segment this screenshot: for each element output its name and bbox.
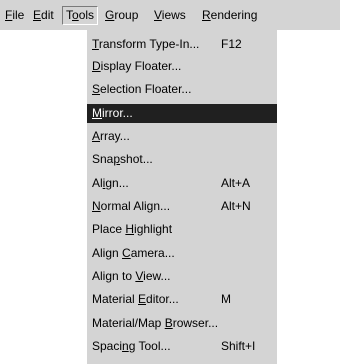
label-post: isplay Floater... [100,59,182,73]
label-post: ransform Type-In... [98,37,200,51]
label-accelerator: A [92,129,101,143]
menu-item-label: Place Highlight [92,220,172,239]
label-post: irror... [102,106,133,120]
menu-item-shortcut: F12 [221,37,242,51]
label-post: ditor... [146,292,179,306]
label-accelerator: S [92,82,101,96]
label-post: election Floater... [100,82,192,96]
menu-item-label: Transform Type-In... [92,35,199,54]
menu-item-shortcut: Alt+N [221,199,251,213]
menu-item-label: Selection Floater... [92,80,191,99]
menu-item-selection-floater[interactable]: Selection Floater... [87,80,277,99]
menu-bar: File Edit Tools Group Views Rendering [0,0,340,30]
menu-item-transform-type-in[interactable]: Transform Type-In... F12 [87,35,277,54]
label-accelerator: H [125,222,135,236]
label-post: amera... [130,246,175,260]
menu-item-label: Mirror... [92,104,133,123]
menu-item-label: Spacing Tool... [92,337,171,356]
menu-item-place-highlight[interactable]: Place Highlight [87,220,277,239]
menu-item-label: Align... [92,174,129,193]
menu-item-align-camera[interactable]: Align Camera... [87,244,277,263]
menu-group-label-post: roup [114,8,139,22]
menu-tools-label-post: ols [78,8,95,22]
label-pre: Sna [92,152,114,166]
label-accelerator: C [122,246,131,260]
menu-item-label: Snapshot... [92,150,153,169]
label-pre: Material [92,292,139,306]
menu-group-accelerator: G [105,8,115,22]
menu-item-label: Align Camera... [92,244,175,263]
menu-file[interactable]: File [3,8,26,23]
label-post: ormal Align... [100,199,171,213]
menu-tools[interactable]: Tools [62,6,99,25]
menu-file-label-post: ile [12,8,25,22]
label-post: rray... [100,129,130,143]
menu-views-accelerator: V [154,8,162,22]
menu-edit[interactable]: Edit [31,8,56,23]
tools-dropdown-menu: Transform Type-In... F12 Display Floater… [86,30,277,364]
menu-item-array[interactable]: Array... [87,127,277,146]
menu-views[interactable]: Views [152,8,188,23]
menu-item-label: Normal Align... [92,197,170,216]
menu-item-normal-align[interactable]: Normal Align... Alt+N [87,197,277,216]
menu-edit-accelerator: E [33,8,42,22]
menu-item-mirror[interactable]: Mirror... [87,104,277,123]
menu-item-label: Align to View... [92,267,171,286]
label-post: g Tool... [128,339,171,353]
menu-item-shortcut: Alt+A [221,176,251,190]
label-post: shot... [120,152,153,166]
menu-item-label: Array... [92,127,130,146]
menu-item-display-floater[interactable]: Display Floater... [87,57,277,76]
label-accelerator: V [135,269,144,283]
menu-item-shortcut: Shift+I [221,339,256,353]
label-pre: Al [92,176,103,190]
label-accelerator: n [122,339,129,353]
label-pre: Align to [92,269,136,283]
menu-tools-accelerator: o [72,8,79,22]
menu-item-snapshot[interactable]: Snapshot... [87,150,277,169]
label-post: ighlight [134,222,173,236]
menu-item-material-editor[interactable]: Material Editor... M [87,290,277,309]
label-accelerator: T [92,37,99,51]
menu-item-label: Material Editor... [92,290,179,309]
label-post: iew... [143,269,171,283]
menu-item-align[interactable]: Align... Alt+A [87,174,277,193]
label-accelerator: B [164,316,173,330]
label-post: gn... [105,176,129,190]
menu-rendering-accelerator: R [202,8,211,22]
menu-edit-label-post: dit [41,8,54,22]
label-accelerator: N [92,199,101,213]
menu-item-shortcut: M [221,292,231,306]
label-pre: Place [92,222,126,236]
menu-item-label: Display Floater... [92,57,181,76]
menu-views-label-post: iews [161,8,186,22]
menu-item-material-map-browser[interactable]: Material/Map Browser... [87,314,277,333]
label-post: rowser... [172,316,219,330]
menu-rendering-label-post: endering [210,8,258,22]
label-pre: Align [92,246,123,260]
label-accelerator: E [138,292,147,306]
menu-rendering[interactable]: Rendering [200,8,259,23]
label-pre: Spaci [92,339,123,353]
label-accelerator: D [92,59,101,73]
menu-item-align-to-view[interactable]: Align to View... [87,267,277,286]
menu-item-label: Material/Map Browser... [92,314,218,333]
label-accelerator: M [92,106,102,120]
label-pre: Material/Map [92,316,165,330]
menu-item-spacing-tool[interactable]: Spacing Tool... Shift+I [87,337,277,356]
menu-group[interactable]: Group [103,8,140,23]
